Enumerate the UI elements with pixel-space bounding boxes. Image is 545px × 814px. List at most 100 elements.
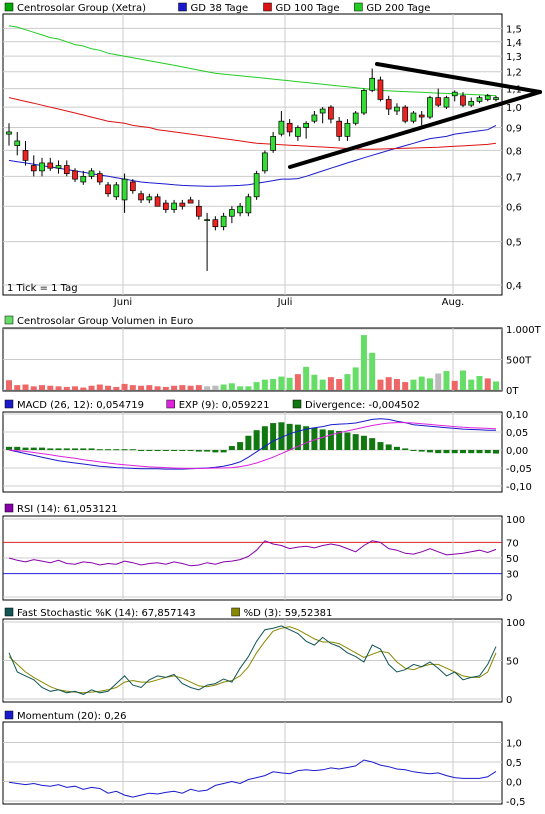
volume-bar [30,386,37,390]
volume-bar [443,371,450,390]
divergence-bar [187,450,194,451]
divergence-bar [410,450,417,451]
macd-ytick-label: -0,10 [506,482,532,493]
volume-bar [253,382,260,390]
price-ytick-label: 0,4 [506,281,522,292]
candle-body [443,97,450,108]
divergence-bar [459,450,466,454]
volume-bar [228,383,235,390]
stoch-legend-label-0: Fast Stochastic %K (14): 67,857143 [17,608,196,619]
volume-bar [179,385,186,390]
volume-bar [484,378,491,390]
candle-body [369,77,376,91]
price-ytick-label: 0,8 [506,146,522,157]
volume-bar [311,374,318,390]
divergence-bar [129,449,136,451]
divergence-bar [72,448,79,450]
momentum-panel [2,721,503,805]
macd-ytick-label: -0,05 [506,464,532,475]
candle-body [418,114,425,118]
price-ytick-label: 1,0 [506,103,522,114]
candle-body [195,205,202,217]
stoch-legend-swatch-0 [4,607,14,617]
volume-bar [195,385,202,390]
candle [443,95,450,110]
divergence-bar [96,449,103,451]
price-legend-swatch-3 [354,2,363,12]
volume-bar [377,379,384,390]
volume-bar [154,386,161,390]
volume-bar [426,378,433,390]
volume-bar [14,385,21,390]
divergence-bar [228,446,235,450]
divergence-bar [435,450,442,454]
candle-body [410,112,417,122]
candle-body [237,205,243,214]
volume-bar [72,386,79,390]
divergence-bar [402,448,409,450]
divergence-bar [212,450,219,453]
volume-bar [451,380,458,390]
candle-body [435,97,442,106]
divergence-bar [138,450,145,451]
candle-body [319,108,326,114]
candle-body [245,196,252,214]
candle-body [377,79,384,100]
volume-ytick-label: 1.000T [506,325,542,336]
candle-body [72,170,78,180]
divergence-bar [253,430,260,450]
candle-body [22,150,29,161]
volume-bar [435,373,442,390]
volume-bar [162,386,169,390]
candle-body [295,127,301,137]
stoch-ytick-label: 100 [506,618,525,629]
candle-body [451,91,458,97]
volume-bar [336,379,343,390]
rsi-ytick-label: 0 [506,593,512,604]
volume-bar [493,381,499,390]
candle-body [336,120,343,137]
volume-bar [88,385,95,390]
momentum-ytick-label: 0,0 [506,778,522,789]
macd-legend-label-1: EXP (9): 0,059221 [179,400,270,411]
divergence-bar [121,449,128,451]
candle-body [427,97,433,118]
stoch-legend-swatch-1 [231,607,240,617]
volume-bar [113,386,120,390]
price-ytick-label: 1,4 [506,38,522,49]
volume-bar [204,386,211,390]
volume-bar [294,374,301,390]
volume-bar [96,384,103,390]
price-ytick-label: 0,6 [506,202,522,213]
divergence-bar [171,450,178,451]
macd-legend-swatch-0 [4,399,14,409]
divergence-bar [204,450,211,452]
price-ytick-label: 0,9 [506,124,522,135]
volume-bar [303,366,310,390]
divergence-bar [344,432,351,450]
candle-body [129,181,136,192]
price-ytick-label: 0,7 [506,172,522,183]
candle-body [47,162,54,169]
divergence-bar [270,423,277,450]
candle-body [262,152,268,172]
divergence-bar [39,447,46,450]
volume-bar [385,377,392,390]
volume-bar [220,384,227,390]
candle-body [385,99,392,110]
rsi-ytick-label: 70 [506,538,519,549]
candle [262,150,268,174]
candle [352,111,359,126]
volume-bar [212,385,219,390]
volume-bar [245,386,252,390]
divergence-bar [377,442,384,450]
volume-bar [459,370,466,390]
candle-body [270,136,276,151]
volume-bar [105,385,112,390]
candle-body [138,193,144,201]
candle [410,111,417,124]
volume-bar [327,377,334,390]
macd-ytick-label: 0,05 [506,428,528,439]
macd-ytick-label: 0,10 [506,410,528,421]
divergence-bar [220,450,227,453]
